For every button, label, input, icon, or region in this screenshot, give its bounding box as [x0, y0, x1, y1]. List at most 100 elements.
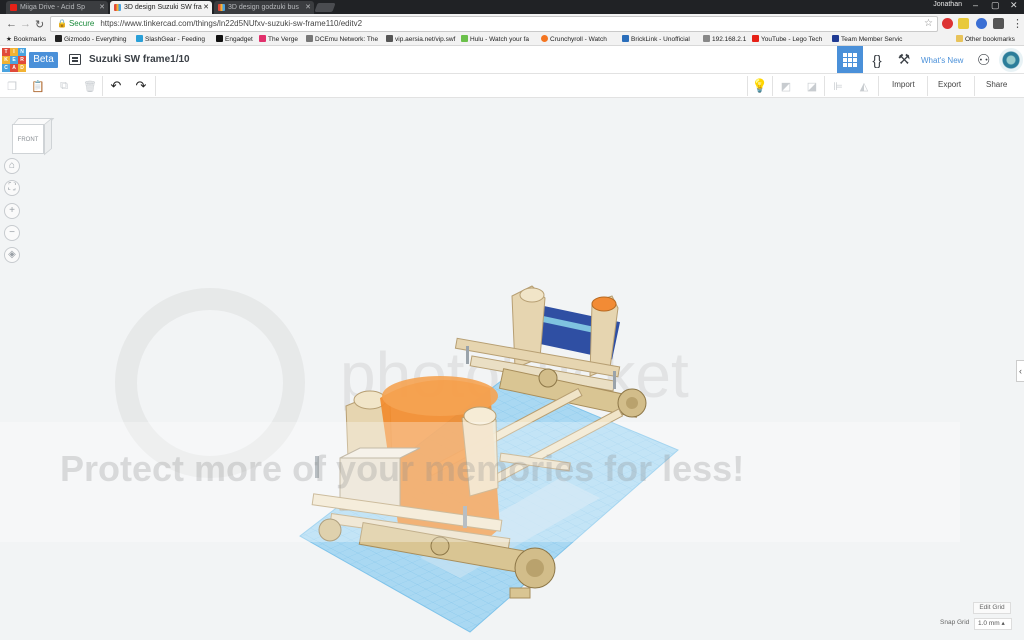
home-view-button[interactable]: ⌂ — [4, 158, 20, 174]
logo-letter: N — [18, 48, 26, 56]
tools-extension-icon[interactable] — [993, 18, 1004, 29]
close-window-icon[interactable]: ✕ — [1010, 0, 1018, 11]
close-tab-icon[interactable]: ✕ — [203, 1, 209, 14]
youtube-favicon-icon — [10, 4, 17, 11]
tab-label: 3D design godzuki bus — [228, 4, 299, 11]
export-button[interactable]: Export — [938, 80, 961, 89]
bookmark-label: DCEmu Network: The — [315, 36, 379, 43]
mount-ring-orange[interactable] — [591, 296, 617, 312]
paste-icon[interactable]: 📋 — [30, 78, 46, 94]
team-member-icon — [832, 35, 839, 42]
group-icon[interactable]: ◩ — [778, 78, 794, 94]
bricklink-icon — [622, 35, 629, 42]
align-icon[interactable]: ⊫ — [830, 78, 846, 94]
share-button[interactable]: Share — [986, 80, 1007, 89]
zoom-out-button[interactable]: − — [4, 225, 20, 241]
import-button[interactable]: Import — [892, 80, 915, 89]
bookmark-item[interactable]: Crunchyroll - Watch — [541, 34, 607, 46]
maximize-icon[interactable]: ▢ — [991, 0, 1000, 11]
bricks-button[interactable]: ⚒ — [891, 46, 917, 73]
delete-icon[interactable]: 🗑 — [82, 78, 98, 94]
crunchyroll-icon — [541, 35, 548, 42]
ungroup-icon[interactable]: ◪ — [804, 78, 820, 94]
other-bookmarks[interactable]: Other bookmarks — [956, 34, 1015, 46]
edit-grid-button[interactable]: Edit Grid — [973, 602, 1011, 614]
new-tab-button[interactable] — [314, 3, 336, 12]
chrome-menu-icon[interactable]: ⋮ — [1012, 17, 1023, 30]
beta-badge[interactable]: Beta — [29, 52, 58, 68]
browser-tab-1[interactable]: Miiga Drive - Acid Sp ✕ — [6, 1, 108, 14]
shapes-panel-toggle[interactable]: ‹ — [1016, 360, 1024, 382]
folder-icon — [956, 35, 963, 42]
add-user-icon[interactable]: ⚇ — [977, 51, 990, 69]
vpn-extension-icon[interactable] — [976, 18, 987, 29]
close-tab-icon[interactable]: ✕ — [305, 1, 311, 14]
avatar[interactable] — [999, 48, 1023, 72]
mount-ring[interactable] — [519, 287, 545, 303]
bookmark-item[interactable]: BrickLink - Unofficial — [622, 34, 690, 46]
bookmark-item[interactable]: YouTube - Lego Tech — [752, 34, 822, 46]
bookmark-label: 192.168.2.1 — [712, 36, 747, 43]
bookmark-label: YouTube - Lego Tech — [761, 36, 823, 43]
codeblocks-button[interactable]: {} — [864, 46, 890, 73]
bookmarks-menu[interactable]: ★ Bookmarks — [6, 34, 46, 46]
braces-icon: {} — [872, 51, 882, 68]
forward-icon[interactable]: → — [20, 18, 31, 30]
bookmark-item[interactable]: Gizmodo - Everything — [55, 34, 127, 46]
tinkercad-logo[interactable]: T I N K E R C A D — [2, 48, 26, 72]
tinkercad-header: T I N K E R C A D Beta Suzuki SW frame1/… — [0, 46, 1024, 74]
toolbar-divider — [102, 76, 103, 96]
notes-extension-icon[interactable] — [958, 18, 969, 29]
page-icon — [703, 35, 710, 42]
undo-icon[interactable]: ↶ — [108, 78, 124, 94]
perspective-button[interactable]: ◈ — [4, 247, 20, 263]
home-icon: ⌂ — [8, 160, 16, 171]
fit-view-button[interactable]: ⛶ — [4, 180, 20, 196]
mirror-icon[interactable]: ◭ — [856, 78, 872, 94]
toolbar-divider — [824, 76, 825, 96]
bookmark-item[interactable]: The Verge — [259, 34, 298, 46]
bookmark-item[interactable]: vip.aersia.net/vip.swf — [386, 34, 455, 46]
browser-tab-3[interactable]: 3D design godzuki bus ✕ — [214, 1, 314, 14]
bookmark-star-icon[interactable]: ☆ — [924, 17, 933, 31]
redo-icon[interactable]: ↷ — [133, 78, 149, 94]
rear-hub-left[interactable] — [538, 368, 558, 388]
zoom-in-button[interactable]: + — [4, 203, 20, 219]
bookmark-item[interactable]: 192.168.2.1 — [703, 34, 746, 46]
3d-view-button[interactable] — [837, 46, 863, 73]
ublock-extension-icon[interactable] — [942, 18, 953, 29]
page-icon — [386, 35, 393, 42]
design-list-icon[interactable] — [69, 54, 81, 65]
bookmark-item[interactable]: Team Member Servic — [832, 34, 902, 46]
profile-name[interactable]: Jonathan — [933, 1, 962, 8]
bookmarks-bar: ★ Bookmarks Gizmodo - Everything SlashGe… — [0, 34, 1024, 46]
bracket[interactable] — [509, 587, 531, 599]
logo-letter: I — [10, 48, 18, 56]
whats-new-link[interactable]: What's New — [921, 56, 963, 65]
url-text: https://www.tinkercad.com/things/ln22d5N… — [100, 19, 363, 28]
view-cube-front[interactable]: FRONT — [12, 124, 44, 154]
bookmark-item[interactable]: Hulu - Watch your fa — [461, 34, 529, 46]
back-icon[interactable]: ← — [6, 18, 17, 30]
workplane-canvas[interactable]: photobucket — [0, 98, 1024, 640]
youtube-icon — [752, 35, 759, 42]
reload-icon[interactable]: ↻ — [35, 18, 44, 31]
bookmark-item[interactable]: DCEmu Network: The — [306, 34, 378, 46]
dcemu-icon — [306, 35, 313, 42]
model-viewport[interactable] — [0, 98, 1024, 640]
logo-letter: D — [18, 64, 26, 72]
tab-label: Miiga Drive - Acid Sp — [20, 4, 85, 11]
url-input[interactable]: 🔒 Secure https://www.tinkercad.com/things/… — [50, 16, 938, 32]
duplicate-icon[interactable]: ⧉ — [56, 78, 72, 94]
design-title[interactable]: Suzuki SW frame1/10 — [89, 54, 190, 65]
browser-tab-2[interactable]: 3D design Suzuki SW fra ✕ — [110, 1, 212, 14]
bookmark-item[interactable]: Engadget — [216, 34, 253, 46]
minimize-icon[interactable]: – — [973, 0, 978, 10]
snap-grid-select[interactable]: 1.0 mm ▴ — [974, 618, 1012, 630]
close-tab-icon[interactable]: ✕ — [99, 1, 105, 14]
gizmodo-icon — [55, 35, 62, 42]
lightbulb-icon[interactable]: 💡 — [752, 78, 768, 94]
copy-icon[interactable]: ❐ — [4, 78, 20, 94]
bookmark-item[interactable]: SlashGear - Feeding — [136, 34, 205, 46]
logo-letter: K — [2, 56, 10, 64]
